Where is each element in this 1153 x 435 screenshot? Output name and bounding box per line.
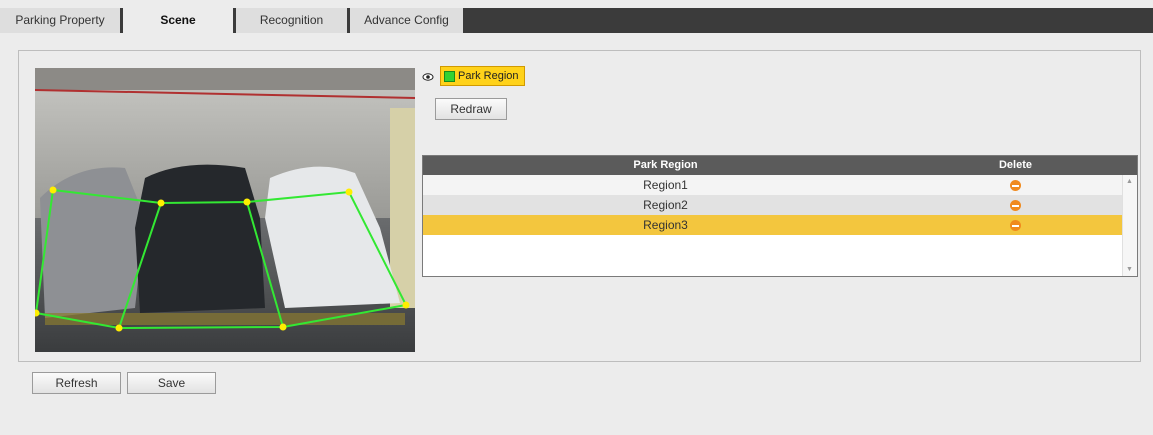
region-name: Region3	[643, 218, 688, 232]
save-button[interactable]: Save	[127, 372, 216, 394]
garage-ceiling	[35, 68, 415, 90]
region-name: Region1	[643, 178, 688, 192]
tab-bar: Parking Property Scene Recognition Advan…	[0, 8, 1153, 33]
tab-recognition[interactable]: Recognition	[233, 8, 347, 33]
header-park-region: Park Region	[633, 159, 698, 171]
table-header: Park Region Delete	[423, 156, 1137, 175]
park-region-legend-label: Park Region	[458, 70, 519, 82]
pillar	[390, 108, 415, 308]
scroll-down-icon[interactable]: ▼	[1126, 266, 1133, 273]
tab-advance-config[interactable]: Advance Config	[347, 8, 463, 33]
table-row[interactable]: Region2	[423, 195, 1137, 215]
table-row-selected[interactable]: Region3	[423, 215, 1137, 235]
table-scrollbar[interactable]: ▲ ▼	[1122, 175, 1137, 276]
region-legend: Park Region	[422, 65, 525, 87]
video-preview[interactable]	[35, 68, 415, 352]
scroll-up-icon[interactable]: ▲	[1126, 178, 1133, 185]
delete-icon[interactable]	[1010, 199, 1021, 211]
tab-scene[interactable]: Scene	[120, 8, 233, 33]
park-region-legend-item[interactable]: Park Region	[440, 66, 525, 86]
car-center	[135, 164, 265, 313]
park-region-table: Park Region Delete Region1 Region2 Regio…	[422, 155, 1138, 277]
region-color-swatch	[444, 70, 455, 82]
redraw-button[interactable]: Redraw	[435, 98, 507, 120]
delete-icon[interactable]	[1010, 179, 1021, 191]
delete-icon[interactable]	[1010, 219, 1021, 231]
refresh-button[interactable]: Refresh	[32, 372, 121, 394]
region-name: Region2	[643, 198, 688, 212]
header-delete: Delete	[998, 159, 1033, 171]
table-row[interactable]: Region1	[423, 175, 1137, 195]
tab-parking-property[interactable]: Parking Property	[0, 8, 120, 33]
region-overlay[interactable]	[35, 68, 415, 352]
eye-icon[interactable]	[422, 71, 434, 81]
